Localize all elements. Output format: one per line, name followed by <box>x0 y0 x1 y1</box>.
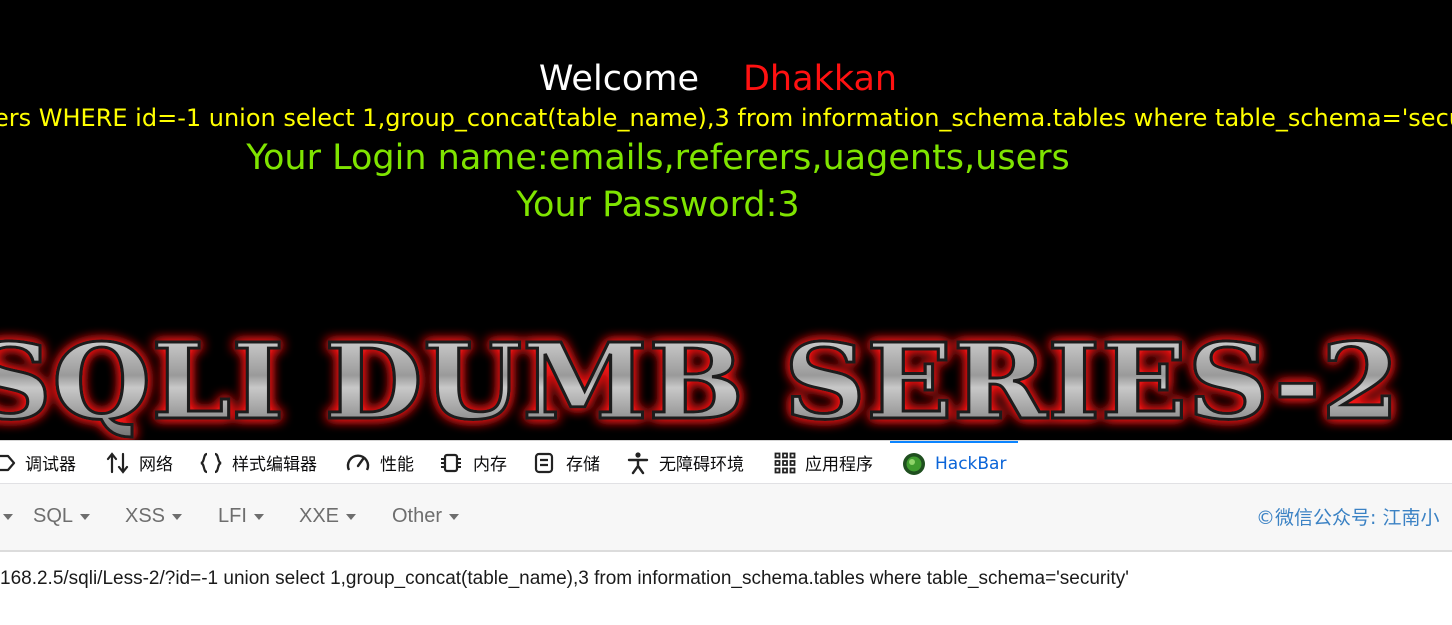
menu-xxe[interactable]: XXE <box>299 502 357 530</box>
menu-label: SQL <box>33 504 74 527</box>
url-value: 168.2.5/sqli/Less-2/?id=-1 union select … <box>0 568 1129 589</box>
tab-style-editor[interactable]: 样式编辑器 <box>199 441 317 484</box>
chevron-down-icon <box>253 514 264 520</box>
credit-link[interactable]: ©微信公众号: 江南小 <box>1256 503 1439 530</box>
tab-label: 调试器 <box>25 455 76 475</box>
tab-memory[interactable]: 内存 <box>438 441 507 484</box>
menu-lfi[interactable]: LFI <box>218 502 264 530</box>
banner-text: SQLI DUMB SERIES-2 <box>0 320 1400 440</box>
tab-application[interactable]: 应用程序 <box>774 441 873 484</box>
username: Dhakkan <box>742 59 898 99</box>
chevron-down-icon <box>3 514 13 520</box>
tab-accessibility[interactable]: 无障碍环境 <box>626 441 744 484</box>
tab-label: 应用程序 <box>805 455 873 475</box>
truncated-menu[interactable] <box>0 502 13 530</box>
menu-xss[interactable]: XSS <box>125 502 183 530</box>
chevron-down-icon <box>172 514 183 520</box>
sql-query-text: ers WHERE id=-1 union select 1,group_con… <box>0 104 1452 132</box>
menu-other[interactable]: Other <box>392 502 460 530</box>
hackbar-toolbar: SQL XSS LFI XXE Other ©微信公众号: 江南小 <box>0 484 1452 552</box>
chevron-down-icon <box>449 514 460 520</box>
tab-label: 性能 <box>380 455 414 475</box>
devtools-tab-bar: 调试器 网络 样式编辑器 性能 内存 存储 无障碍环境 应用程序 HackBar <box>0 440 1452 484</box>
menu-label: XXE <box>299 504 340 527</box>
tab-label: 样式编辑器 <box>232 455 317 475</box>
debugger-icon <box>0 454 16 471</box>
tab-network[interactable]: 网络 <box>106 441 173 484</box>
tab-label: 无障碍环境 <box>659 455 744 475</box>
welcome-label: Welcome <box>538 59 699 99</box>
chevron-down-icon <box>80 514 91 520</box>
menu-label: LFI <box>218 504 247 527</box>
tab-label: 存储 <box>566 455 600 475</box>
tab-label: 内存 <box>473 455 507 475</box>
menu-label: XSS <box>125 504 166 527</box>
welcome-line: Welcome Dhakkan <box>0 56 1452 102</box>
password-result: Your Password:3 <box>516 185 800 225</box>
performance-icon <box>346 453 370 471</box>
style-editor-icon <box>200 452 222 473</box>
hackbar-icon <box>903 452 925 475</box>
tab-performance[interactable]: 性能 <box>345 441 414 484</box>
tab-label: 网络 <box>139 455 173 475</box>
sqli-dumb-series-banner: SQLI DUMB SERIES-2 <box>0 319 1402 441</box>
chevron-down-icon <box>346 514 357 520</box>
memory-icon <box>441 453 461 472</box>
tab-debugger[interactable]: 调试器 <box>0 441 76 484</box>
devtools-panel: 调试器 网络 样式编辑器 性能 内存 存储 无障碍环境 应用程序 HackBar… <box>0 440 1452 625</box>
tab-label: HackBar <box>935 453 1007 474</box>
url-textarea[interactable]: 168.2.5/sqli/Less-2/?id=-1 union select … <box>0 552 1452 625</box>
tab-storage[interactable]: 存储 <box>533 441 600 484</box>
accessibility-icon <box>627 451 649 474</box>
menu-sql[interactable]: SQL <box>33 502 91 530</box>
menu-label: Other <box>392 504 443 527</box>
storage-icon <box>534 452 554 473</box>
network-icon <box>106 451 129 474</box>
tab-hackbar[interactable]: HackBar <box>890 441 1018 484</box>
application-icon <box>774 452 796 473</box>
login-name-result: Your Login name:emails,referers,uagents,… <box>246 138 1070 178</box>
page-content: Welcome Dhakkan ers WHERE id=-1 union sel… <box>0 0 1452 440</box>
